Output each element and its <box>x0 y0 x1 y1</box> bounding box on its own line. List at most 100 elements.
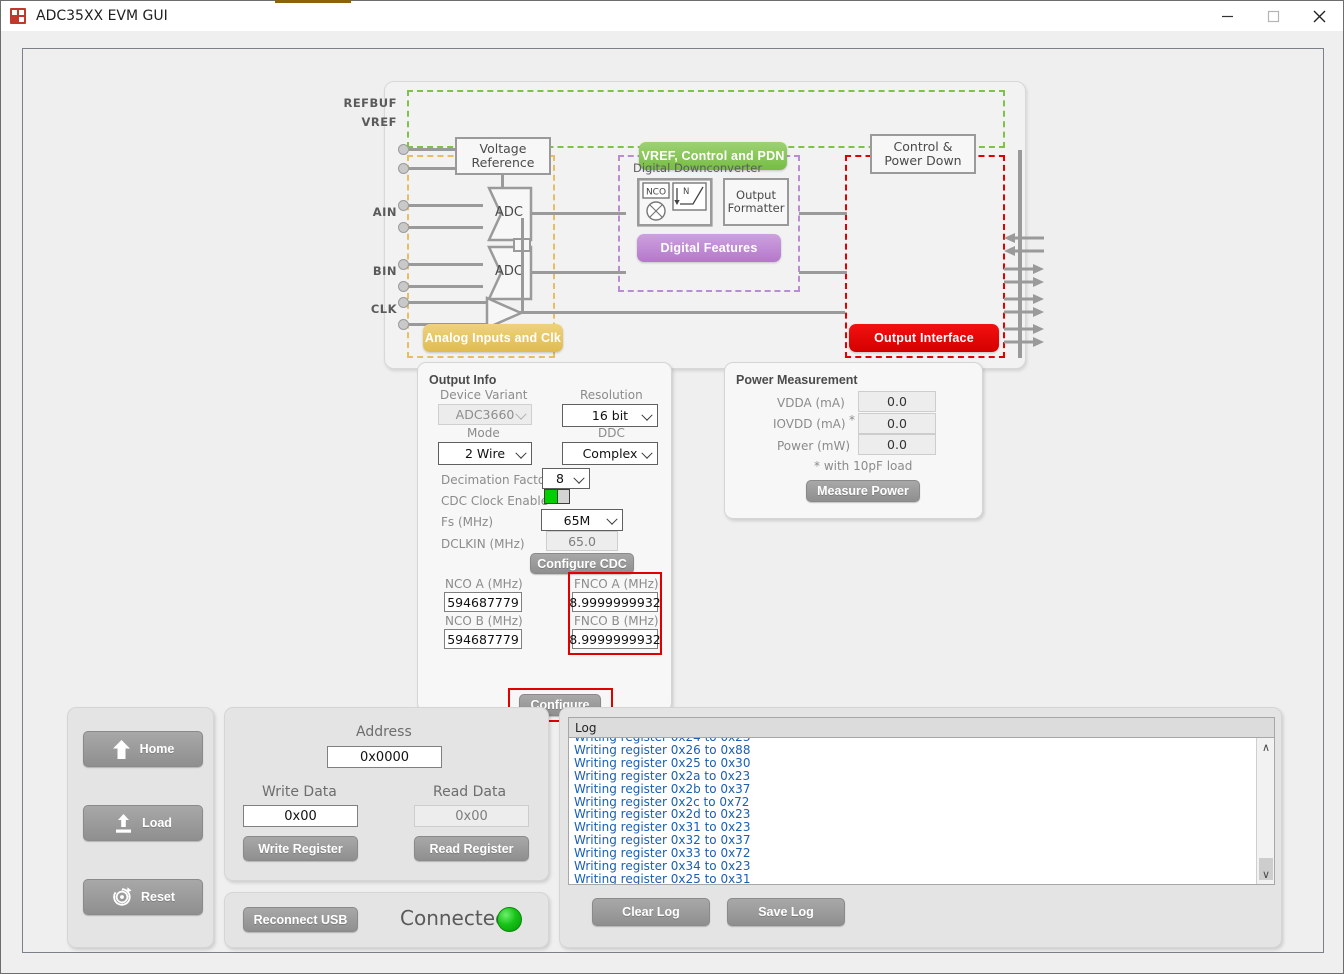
pin-dot <box>398 144 409 155</box>
app-icon <box>10 8 26 24</box>
resolution-value: 16 bit <box>592 408 628 423</box>
fnco-a-label: FNCO A (MHz) <box>574 577 659 591</box>
window-title-bar: ADC35XX EVM GUI <box>0 0 1344 31</box>
log-view: Log Writing register 0x24 to 0x23Writing… <box>568 717 1275 889</box>
cdc-clock-enable-label: CDC Clock Enable <box>441 494 548 508</box>
minimize-icon <box>1221 10 1234 23</box>
register-access-panel: Address 0x0000 Write Data 0x00 Write Reg… <box>224 707 549 881</box>
log-lines: Writing register 0x24 to 0x23Writing reg… <box>574 737 1255 885</box>
nco-a-input[interactable]: 594687779 <box>444 592 522 612</box>
write-data-input[interactable]: 0x00 <box>243 805 358 827</box>
home-label: Home <box>140 742 175 756</box>
output-formatter-label: Output Formatter <box>728 189 785 215</box>
read-register-label: Read Register <box>429 842 513 856</box>
iovdd-value-field: 0.0 <box>858 413 936 434</box>
device-variant-select[interactable]: ADC3660 <box>438 404 532 425</box>
decimation-factor-value: 8 <box>556 471 564 486</box>
pin-dot <box>398 281 409 292</box>
maximize-button[interactable] <box>1250 1 1296 32</box>
output-formatter-block: Output Formatter <box>723 178 789 226</box>
wire <box>409 301 489 304</box>
maximize-icon <box>1267 10 1280 23</box>
log-scrollbar[interactable]: ∧ ∨ <box>1256 738 1274 884</box>
up-arrow-icon <box>112 739 131 760</box>
output-arrow-icon <box>1002 323 1046 335</box>
output-info-panel: Output Info Device Variant ADC3660 Resol… <box>417 362 672 712</box>
load-button[interactable]: Load <box>83 805 203 841</box>
power-value: 0.0 <box>887 437 907 452</box>
nco-a-value: 594687779 <box>447 595 519 610</box>
home-button[interactable]: Home <box>83 731 203 767</box>
nco-b-value: 594687779 <box>447 632 519 647</box>
reset-button[interactable]: Reset <box>83 879 203 915</box>
output-arrow-icon <box>1002 276 1046 288</box>
power-label: Power (mW) <box>777 439 850 453</box>
write-register-label: Write Register <box>258 842 343 856</box>
measure-power-button[interactable]: Measure Power <box>806 480 920 502</box>
log-line: Writing register 0x25 to 0x30 <box>574 757 1255 770</box>
pin-dot <box>398 319 409 330</box>
pin-dot <box>398 200 409 211</box>
analog-inputs-clk-pill: Analog Inputs and Clk <box>423 324 563 352</box>
ddc-select[interactable]: Complex <box>562 442 658 465</box>
mode-select[interactable]: 2 Wire <box>438 442 532 465</box>
fs-select[interactable]: 65M <box>541 509 623 531</box>
iovdd-asterisk: * <box>849 413 855 427</box>
nco-mixer-block: NCO N <box>637 178 713 227</box>
log-output-area[interactable]: Writing register 0x24 to 0x23Writing reg… <box>568 737 1275 885</box>
scroll-down-button[interactable]: ∨ <box>1257 866 1275 883</box>
chevron-down-icon <box>608 518 616 523</box>
iovdd-value: 0.0 <box>887 416 907 431</box>
power-value-field: 0.0 <box>858 434 936 455</box>
close-button[interactable] <box>1296 1 1342 32</box>
wire <box>409 204 483 207</box>
log-header: Log <box>568 717 1275 738</box>
wire <box>799 212 847 215</box>
top-accent-strip <box>275 0 351 3</box>
ddc-label: DDC <box>598 426 625 440</box>
scroll-up-button[interactable]: ∧ <box>1257 739 1275 756</box>
resolution-select[interactable]: 16 bit <box>562 404 658 427</box>
device-variant-label: Device Variant <box>440 388 527 402</box>
chevron-down-icon <box>643 414 651 419</box>
dclkin-label: DCLKIN (MHz) <box>441 537 525 551</box>
reconnect-usb-button[interactable]: Reconnect USB <box>243 907 358 932</box>
main-content-panel: REFBUF VREF AIN BIN CLK Voltage Referenc… <box>22 48 1324 953</box>
log-line: Writing register 0x26 to 0x88 <box>574 744 1255 757</box>
log-line: Writing register 0x25 to 0x31 <box>574 873 1255 885</box>
chevron-down-icon <box>517 413 525 418</box>
cdc-clock-enable-toggle[interactable] <box>544 489 570 504</box>
pin-dot <box>398 163 409 174</box>
analog-inputs-clk-label: Analog Inputs and Clk <box>425 331 561 345</box>
address-input[interactable]: 0x0000 <box>327 746 442 768</box>
ddc-value: Complex <box>583 446 638 461</box>
vdda-label: VDDA (mA) <box>777 396 845 410</box>
fnco-a-input[interactable]: 8.9999999932 <box>572 592 658 612</box>
pin-label-bin: BIN <box>337 264 397 278</box>
output-info-title: Output Info <box>429 373 496 387</box>
power-measurement-panel: Power Measurement VDDA (mA) 0.0 IOVDD (m… <box>724 362 983 519</box>
output-arrow-icon <box>1002 336 1046 348</box>
fnco-b-input[interactable]: 8.9999999932 <box>572 629 658 649</box>
fnco-b-value: 8.9999999932 <box>569 632 660 647</box>
wire <box>409 263 483 266</box>
log-line: Writing register 0x2b to 0x37 <box>574 783 1255 796</box>
vdda-value-field: 0.0 <box>858 391 936 412</box>
mode-value: 2 Wire <box>465 446 505 461</box>
read-register-button[interactable]: Read Register <box>414 836 529 861</box>
log-panel: Log Writing register 0x24 to 0x23Writing… <box>559 707 1282 948</box>
minimize-button[interactable] <box>1204 1 1250 32</box>
reconnect-usb-label: Reconnect USB <box>254 913 348 927</box>
gear-refresh-icon <box>111 886 133 908</box>
input-arrow-icon <box>1002 245 1046 257</box>
write-register-button[interactable]: Write Register <box>243 836 358 861</box>
decimation-factor-select[interactable]: 8 <box>542 468 590 489</box>
nco-b-label: NCO B (MHz) <box>445 614 523 628</box>
save-log-button[interactable]: Save Log <box>727 898 845 926</box>
nco-b-input[interactable]: 594687779 <box>444 629 522 649</box>
nav-panel: Home Load Reset <box>67 707 214 948</box>
write-data-label: Write Data <box>262 784 337 800</box>
clear-log-button[interactable]: Clear Log <box>592 898 710 926</box>
configure-cdc-button[interactable]: Configure CDC <box>530 553 634 574</box>
fs-value: 65M <box>564 513 591 528</box>
